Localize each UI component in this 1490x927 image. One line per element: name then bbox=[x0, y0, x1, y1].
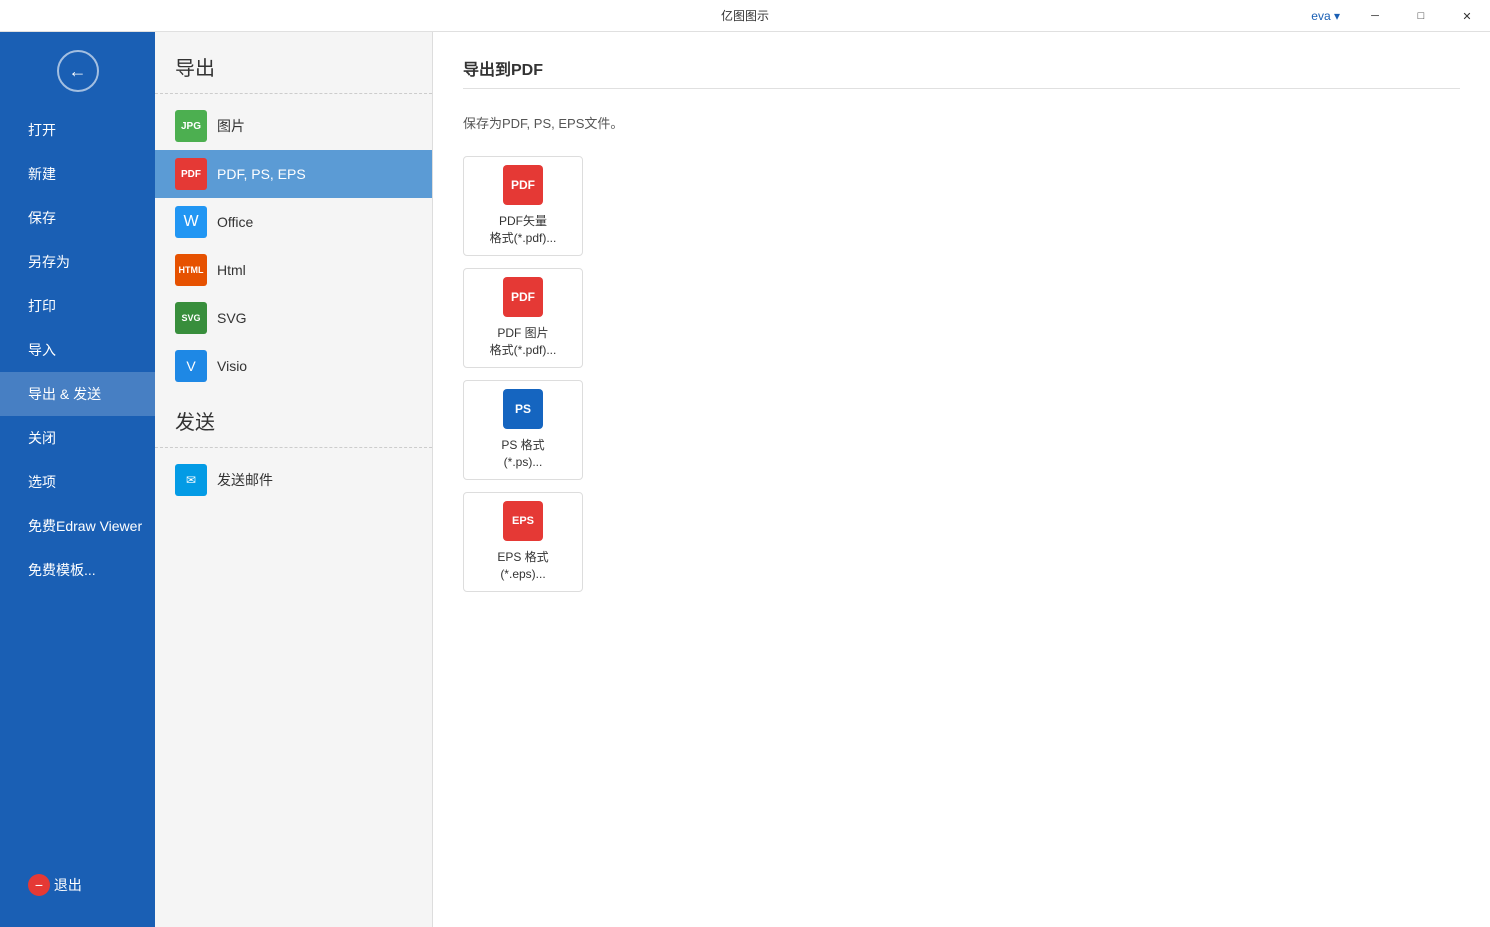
sidebar-item-viewer[interactable]: 免费Edraw Viewer bbox=[0, 504, 155, 548]
html-icon: HTML bbox=[175, 254, 207, 286]
format-card-label: PDF矢量 格式(*.pdf)... bbox=[490, 213, 557, 247]
content-title: 导出到PDF bbox=[463, 56, 1460, 80]
window-controls: ─ □ ✕ bbox=[1352, 0, 1490, 32]
sidebar-item-saveas[interactable]: 另存为 bbox=[0, 240, 155, 284]
export-item-image[interactable]: JPG 图片 bbox=[155, 102, 432, 150]
export-item-label: PDF, PS, EPS bbox=[217, 166, 306, 182]
title-bar: 亿图图示 eva ▾ ─ □ ✕ bbox=[0, 0, 1490, 32]
sidebar: ← 打开新建保存另存为打印导入导出 & 发送关闭选项免费Edraw Viewer… bbox=[0, 32, 155, 927]
close-button[interactable]: ✕ bbox=[1444, 0, 1490, 32]
pdf-format-icon: PDF bbox=[503, 277, 543, 317]
export-item-visio[interactable]: V Visio bbox=[155, 342, 432, 390]
format-card-eps[interactable]: EPS EPS 格式 (*.eps)... bbox=[463, 492, 583, 592]
send-section-title: 发送 bbox=[155, 406, 432, 447]
format-cards: PDF PDF矢量 格式(*.pdf)... PDF PDF 图片 格式(*.pdf)… bbox=[463, 156, 1460, 592]
export-item-pdf[interactable]: PDF PDF, PS, EPS bbox=[155, 150, 432, 198]
svg-icon: SVG bbox=[175, 302, 207, 334]
export-section-title: 导出 bbox=[155, 52, 432, 93]
sidebar-item-new[interactable]: 新建 bbox=[0, 152, 155, 196]
export-list: JPG图片PDFPDF, PS, EPSWOfficeHTMLHtmlSVGSV… bbox=[155, 102, 432, 390]
export-item-svg[interactable]: SVG SVG bbox=[155, 294, 432, 342]
sidebar-item-export[interactable]: 导出 & 发送 bbox=[0, 372, 155, 416]
word-icon: W bbox=[175, 206, 207, 238]
sidebar-item-options[interactable]: 选项 bbox=[0, 460, 155, 504]
export-item-label: Visio bbox=[217, 358, 247, 374]
visio-icon: V bbox=[175, 350, 207, 382]
maximize-button[interactable]: □ bbox=[1398, 0, 1444, 32]
format-card-ps[interactable]: PS PS 格式 (*.ps)... bbox=[463, 380, 583, 480]
user-menu[interactable]: eva ▾ bbox=[1301, 0, 1350, 32]
send-divider bbox=[155, 447, 432, 448]
right-panel: 导出到PDF 保存为PDF, PS, EPS文件。 PDF PDF矢量 格式(*.… bbox=[433, 32, 1490, 927]
sidebar-item-close[interactable]: 关闭 bbox=[0, 416, 155, 460]
pdf-icon: PDF bbox=[175, 158, 207, 190]
format-card-label: EPS 格式 (*.eps)... bbox=[497, 549, 548, 583]
format-card-label: PDF 图片 格式(*.pdf)... bbox=[490, 325, 557, 359]
ps-format-icon: PS bbox=[503, 389, 543, 429]
sidebar-item-exit[interactable]: − 退出 bbox=[0, 863, 155, 907]
export-item-label: Office bbox=[217, 214, 253, 230]
app-body: ← 打开新建保存另存为打印导入导出 & 发送关闭选项免费Edraw Viewer… bbox=[0, 32, 1490, 927]
format-card-label: PS 格式 (*.ps)... bbox=[501, 437, 544, 471]
left-panel: 导出 JPG 图片 PDF PDF, PS, EPS W Office HTML Html SV… bbox=[155, 32, 433, 927]
app-title: 亿图图示 bbox=[721, 7, 769, 24]
exit-icon: − bbox=[28, 874, 50, 896]
send-item-label: 发送邮件 bbox=[217, 470, 273, 490]
sidebar-item-open[interactable]: 打开 bbox=[0, 108, 155, 152]
minimize-button[interactable]: ─ bbox=[1352, 0, 1398, 32]
content-description: 保存为PDF, PS, EPS文件。 bbox=[463, 113, 1460, 132]
send-list: ✉ 发送邮件 bbox=[155, 456, 432, 504]
back-button[interactable]: ← bbox=[57, 50, 99, 92]
eps-format-icon: EPS bbox=[503, 501, 543, 541]
sidebar-item-save[interactable]: 保存 bbox=[0, 196, 155, 240]
email-icon: ✉ bbox=[175, 464, 207, 496]
sidebar-item-templates[interactable]: 免费模板... bbox=[0, 548, 155, 592]
content-divider bbox=[463, 88, 1460, 89]
export-item-label: Html bbox=[217, 262, 246, 278]
format-card-pdf_image[interactable]: PDF PDF 图片 格式(*.pdf)... bbox=[463, 268, 583, 368]
format-card-pdf_vector[interactable]: PDF PDF矢量 格式(*.pdf)... bbox=[463, 156, 583, 256]
export-item-label: SVG bbox=[217, 310, 247, 326]
export-item-office[interactable]: W Office bbox=[155, 198, 432, 246]
pdf-format-icon: PDF bbox=[503, 165, 543, 205]
export-divider bbox=[155, 93, 432, 94]
sidebar-item-print[interactable]: 打印 bbox=[0, 284, 155, 328]
export-item-html[interactable]: HTML Html bbox=[155, 246, 432, 294]
sidebar-item-import[interactable]: 导入 bbox=[0, 328, 155, 372]
export-item-label: 图片 bbox=[217, 116, 245, 136]
jpg-icon: JPG bbox=[175, 110, 207, 142]
sidebar-nav: 打开新建保存另存为打印导入导出 & 发送关闭选项免费Edraw Viewer免费… bbox=[0, 108, 155, 592]
send-item-email[interactable]: ✉ 发送邮件 bbox=[155, 456, 432, 504]
